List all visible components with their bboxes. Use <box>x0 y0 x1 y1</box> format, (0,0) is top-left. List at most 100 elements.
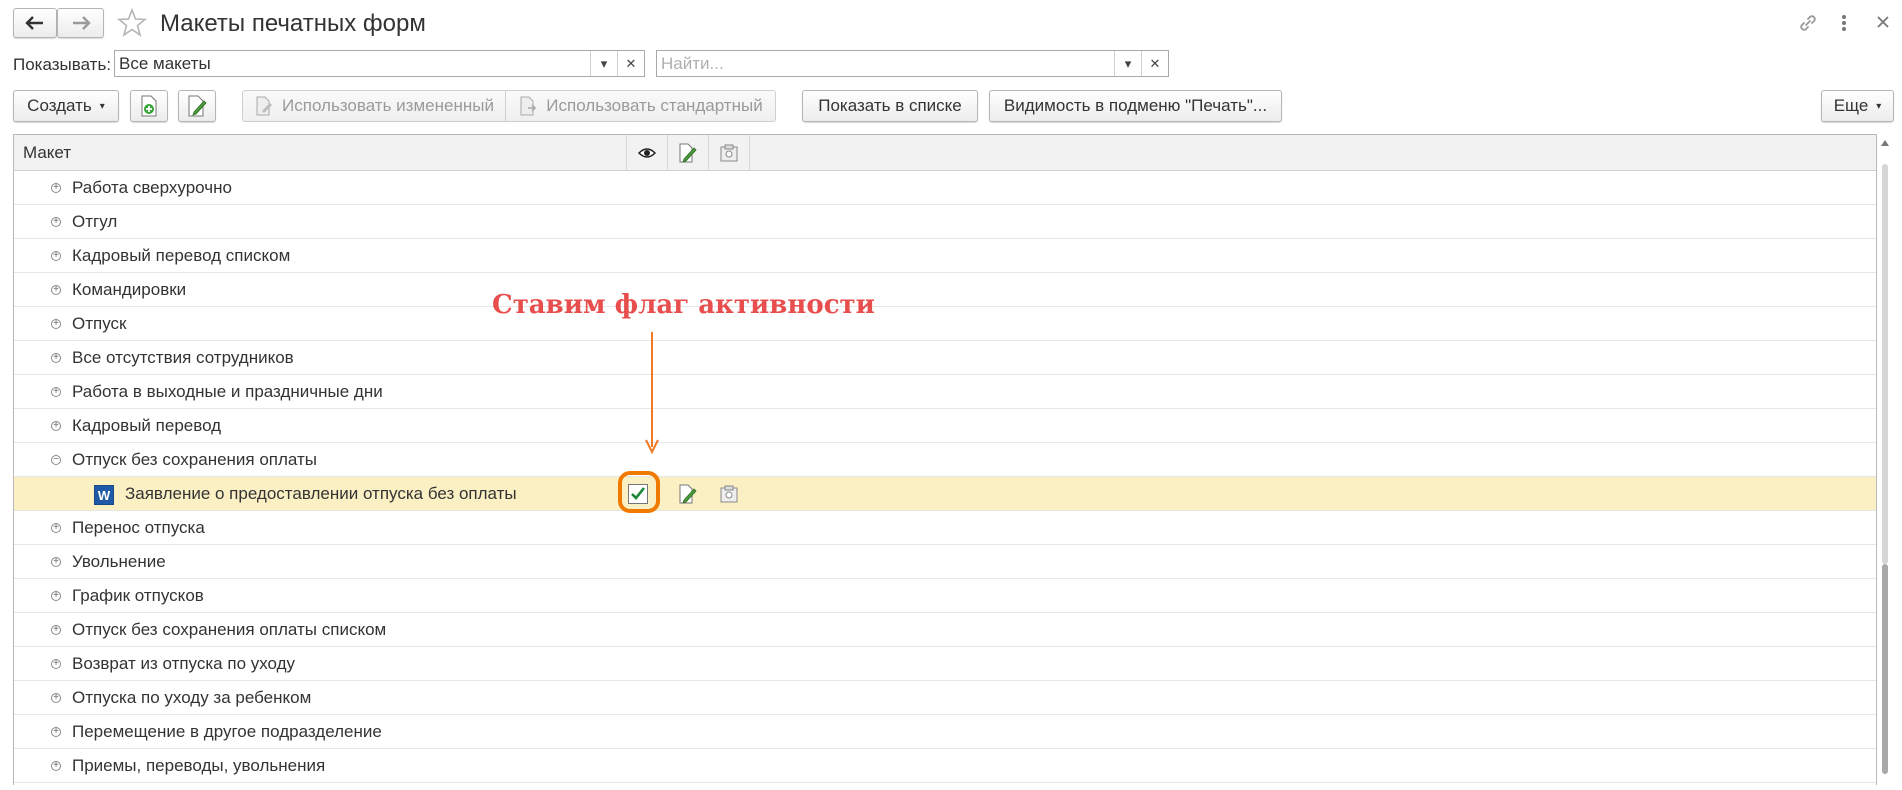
show-in-list-button[interactable]: Показать в списке <box>802 90 978 122</box>
expand-icon[interactable]: + <box>51 353 61 363</box>
document-add-icon <box>141 95 157 117</box>
table-row[interactable]: + Перемещение в другое подразделение <box>14 715 1876 749</box>
filter-select[interactable]: Все макеты ▾ ✕ <box>114 50 645 77</box>
create-button-label: Создать <box>27 96 92 115</box>
row-label: Возврат из отпуска по уходу <box>72 654 296 673</box>
table-row[interactable]: + Кадровый перевод списком <box>14 239 1876 273</box>
row-label: Приемы, переводы, увольнения <box>72 756 326 775</box>
templates-grid[interactable]: Макет + Работа сверхурочно + Отгул + Кадровый… <box>13 134 1877 785</box>
expand-icon[interactable]: + <box>51 319 61 329</box>
expand-icon[interactable]: + <box>51 217 61 227</box>
template-settings-icon[interactable] <box>719 484 739 509</box>
expand-icon[interactable]: + <box>51 421 61 431</box>
table-row[interactable]: + Отпуска по уходу за ребенком <box>14 681 1876 715</box>
expand-icon[interactable]: + <box>51 557 61 567</box>
table-row[interactable]: + Перенос отпуска <box>14 511 1876 545</box>
forward-button[interactable] <box>57 8 104 38</box>
row-label: Перемещение в другое подразделение <box>72 722 382 741</box>
favorite-star-icon[interactable] <box>116 7 148 38</box>
vertical-scrollbar[interactable] <box>1878 134 1892 785</box>
active-checkbox[interactable] <box>628 484 648 504</box>
row-label: Все отсутствия сотрудников <box>72 348 294 367</box>
filter-label: Показывать: <box>13 55 112 74</box>
add-template-button[interactable] <box>130 90 168 122</box>
search-dropdown-icon[interactable]: ▾ <box>1114 51 1141 76</box>
table-row[interactable]: + Отпуск <box>14 307 1876 341</box>
expand-icon[interactable]: + <box>51 251 61 261</box>
row-label: Отпуск без сохранения оплаты <box>72 450 318 469</box>
back-button[interactable] <box>13 8 57 38</box>
close-icon[interactable] <box>1874 13 1892 31</box>
use-standard-label: Использовать стандартный <box>546 96 763 115</box>
expand-icon[interactable]: + <box>51 387 61 397</box>
search-placeholder: Найти... <box>661 53 724 73</box>
expand-icon[interactable]: + <box>51 659 61 669</box>
table-row[interactable]: + Работа сверхурочно <box>14 171 1876 205</box>
page-title: Макеты печатных форм <box>160 10 426 37</box>
row-label: Отпуска по уходу за ребенком <box>72 688 312 707</box>
expand-icon[interactable]: + <box>51 727 61 737</box>
word-document-icon: W <box>94 485 114 505</box>
column-header-template[interactable]: Макет <box>14 135 627 170</box>
table-row[interactable]: + Работа в выходные и праздничные дни <box>14 375 1876 409</box>
expand-icon[interactable]: + <box>51 591 61 601</box>
expand-icon[interactable]: + <box>51 523 61 533</box>
table-row[interactable]: W Заявление о предоставлении отпуска без … <box>14 471 1876 513</box>
link-icon[interactable] <box>1797 12 1819 34</box>
use-changed-label: Использовать измененный <box>282 96 494 115</box>
chevron-down-icon: ▾ <box>99 100 105 112</box>
document-edit-icon <box>188 95 207 117</box>
search-clear-icon[interactable]: ✕ <box>1141 51 1168 76</box>
table-row[interactable]: + Возврат из отпуска по уходу <box>14 647 1876 681</box>
use-standard-button[interactable]: Использовать стандартный <box>505 90 776 122</box>
row-label: Отгул <box>72 212 118 231</box>
table-row[interactable]: + Все отсутствия сотрудников <box>14 341 1876 375</box>
table-row[interactable]: − Отпуск без сохранения оплаты <box>14 443 1876 477</box>
table-row[interactable]: + Приемы, переводы, увольнения <box>14 749 1876 783</box>
edit-pencil-icon[interactable] <box>678 484 698 509</box>
document-standard-icon <box>520 96 537 116</box>
create-button[interactable]: Создать ▾ <box>13 90 119 122</box>
use-changed-button[interactable]: Использовать измененный <box>242 90 506 122</box>
expand-icon[interactable]: + <box>51 761 61 771</box>
annotation-arrow <box>645 332 659 454</box>
row-label: Командировки <box>72 280 187 299</box>
arrow-right-icon <box>72 16 91 30</box>
row-label: Кадровый перевод <box>72 416 222 435</box>
visibility-button[interactable]: Видимость в подменю "Печать"... <box>989 90 1282 122</box>
table-row[interactable]: + Отпуск без сохранения оплаты списком <box>14 613 1876 647</box>
clear-icon[interactable]: ✕ <box>617 51 644 76</box>
more-vert-icon[interactable] <box>1836 12 1852 34</box>
row-label: Отпуск <box>72 314 127 333</box>
more-button[interactable]: Еще ▾ <box>1821 90 1894 122</box>
expand-icon[interactable]: + <box>51 625 61 635</box>
row-label: Перенос отпуска <box>72 518 205 537</box>
row-label: Увольнение <box>72 552 166 571</box>
template-settings-icon <box>720 144 738 161</box>
row-label: Кадровый перевод списком <box>72 246 291 265</box>
dropdown-icon[interactable]: ▾ <box>590 51 617 76</box>
edit-pencil-icon <box>679 143 697 163</box>
expand-icon[interactable]: + <box>51 285 61 295</box>
search-input[interactable]: Найти... ▾ ✕ <box>656 50 1169 77</box>
row-label: Работа в выходные и праздничные дни <box>72 382 383 401</box>
visibility-label: Видимость в подменю "Печать"... <box>1003 96 1268 115</box>
eye-icon <box>638 147 656 158</box>
show-in-list-label: Показать в списке <box>818 96 962 115</box>
table-row[interactable]: + Отгул <box>14 205 1876 239</box>
expand-icon[interactable]: + <box>51 693 61 703</box>
table-row[interactable]: + График отпусков <box>14 579 1876 613</box>
table-row[interactable]: + Командировки <box>14 273 1876 307</box>
table-row[interactable]: + Увольнение <box>14 545 1876 579</box>
row-label: Заявление о предоставлении отпуска без о… <box>125 484 517 503</box>
expand-icon[interactable]: + <box>51 183 61 193</box>
collapse-icon[interactable]: − <box>51 455 61 465</box>
row-label: Отпуск без сохранения оплаты списком <box>72 620 387 639</box>
edit-template-button[interactable] <box>178 90 216 122</box>
row-label: График отпусков <box>72 586 204 605</box>
column-header-edited[interactable] <box>668 135 709 170</box>
arrow-left-icon <box>25 16 43 30</box>
column-header-visibility[interactable] <box>627 135 668 170</box>
table-row[interactable]: + Кадровый перевод <box>14 409 1876 443</box>
column-header-settings[interactable] <box>709 135 750 170</box>
